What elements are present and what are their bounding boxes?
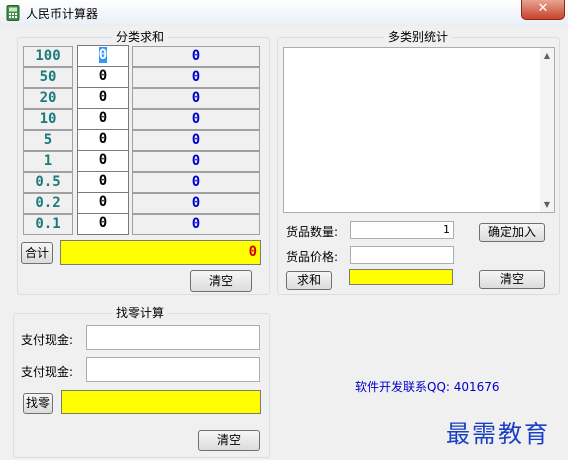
watermark-logo: 最需教育 (446, 420, 550, 448)
list-scrollbar[interactable]: ▲ ▼ (540, 48, 554, 212)
confirm-add-button[interactable]: 确定加入 (479, 223, 545, 242)
denomination-label: 100 (23, 46, 73, 67)
subtotal-value: 0 (132, 214, 260, 235)
title-bar: 人民币计算器 ✕ (0, 0, 568, 26)
denomination-label: 10 (23, 109, 73, 130)
total-button[interactable]: 合计 (21, 242, 53, 264)
price-label: 货品价格: (286, 250, 339, 264)
subtotal-value: 0 (132, 130, 260, 151)
denomination-label: 50 (23, 67, 73, 88)
denomination-label: 0.2 (23, 193, 73, 214)
quantity-input[interactable]: 1 (350, 221, 454, 239)
subtotal-value: 0 (132, 67, 260, 88)
total-value: 0 (60, 240, 261, 265)
denomination-label: 5 (23, 130, 73, 151)
pay-cash-input-2[interactable] (86, 357, 260, 382)
subtotal-value: 0 (132, 193, 260, 214)
sum-group-title: 分类求和 (112, 30, 169, 44)
items-list[interactable]: ▲ ▼ (283, 47, 555, 213)
count-input[interactable]: 0 (77, 171, 129, 193)
denomination-label: 0.5 (23, 172, 73, 193)
count-input[interactable]: 0 (77, 45, 129, 67)
scroll-down-arrow-icon[interactable]: ▼ (541, 200, 553, 209)
count-input[interactable]: 0 (77, 108, 129, 130)
count-value: 0 (98, 47, 108, 63)
count-input[interactable]: 0 (77, 150, 129, 172)
pay-cash-label-2: 支付现金: (21, 365, 74, 379)
count-input[interactable]: 0 (77, 213, 129, 235)
window-title: 人民币计算器 (26, 7, 99, 21)
sum-clear-button[interactable]: 清空 (190, 270, 252, 292)
multi-group-title: 多类别统计 (384, 30, 453, 44)
contact-text: 软件开发联系QQ: 401676 (355, 380, 500, 394)
close-button[interactable]: ✕ (521, 0, 565, 20)
quantity-label: 货品数量: (286, 225, 339, 239)
subtotal-value: 0 (132, 88, 260, 109)
change-value (61, 390, 261, 414)
price-input[interactable] (350, 246, 454, 264)
multi-clear-button[interactable]: 清空 (479, 270, 545, 289)
app-icon (6, 5, 20, 21)
change-button[interactable]: 找零 (23, 393, 53, 414)
subtotal-value: 0 (132, 46, 260, 67)
pay-cash-label: 支付现金: (21, 333, 74, 347)
count-input[interactable]: 0 (77, 192, 129, 214)
count-input[interactable]: 0 (77, 87, 129, 109)
scroll-up-arrow-icon[interactable]: ▲ (541, 51, 553, 60)
sum-items-button[interactable]: 求和 (286, 271, 332, 290)
items-sum-value (349, 269, 453, 285)
subtotal-value: 0 (132, 151, 260, 172)
denomination-label: 1 (23, 151, 73, 172)
denomination-label: 20 (23, 88, 73, 109)
change-clear-button[interactable]: 清空 (198, 430, 260, 451)
count-input[interactable]: 0 (77, 129, 129, 151)
subtotal-value: 0 (132, 172, 260, 193)
change-group-title: 找零计算 (112, 306, 169, 320)
pay-cash-input[interactable] (86, 325, 260, 350)
subtotal-value: 0 (132, 109, 260, 130)
denomination-label: 0.1 (23, 214, 73, 235)
count-input[interactable]: 0 (77, 66, 129, 88)
